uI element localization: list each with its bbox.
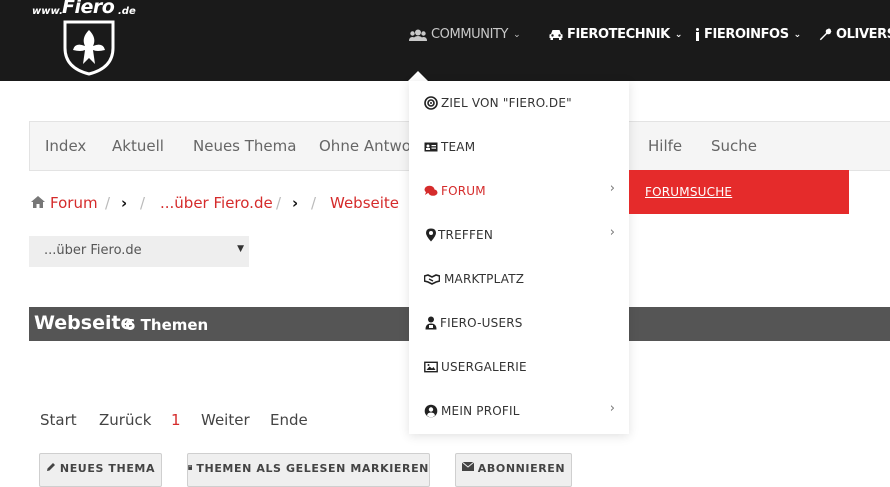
menu-item-label: FORUM [441, 184, 486, 198]
menu-item-label: FIERO-USERS [440, 316, 523, 330]
id-card-icon [424, 142, 438, 152]
subscribe-button[interactable]: ABONNIEREN [455, 453, 572, 487]
user-icon [425, 316, 437, 330]
image-icon [424, 361, 438, 373]
logo-tld: .de [118, 6, 136, 17]
breadcrumb-forum[interactable]: Forum [50, 194, 98, 212]
nav-olivers-label: OLIVERS [836, 27, 890, 42]
car-icon [549, 30, 563, 40]
chevron-right-icon[interactable]: › [121, 194, 127, 212]
shield-emblem-icon [63, 20, 115, 76]
section-title: Webseite [34, 312, 134, 334]
chevron-down-icon: ⌄ [513, 29, 521, 40]
logo-name: Fiero [62, 0, 115, 18]
menu-item-label: USERGALERIE [441, 360, 527, 374]
book-icon [188, 465, 193, 470]
comments-icon [424, 185, 438, 196]
topic-count: 6 Themen [125, 316, 209, 334]
info-icon [696, 28, 699, 41]
nav-community-label: COMMUNITY [431, 27, 509, 42]
subnav-index[interactable]: Index [45, 137, 86, 155]
community-dropdown-menu: ZIEL VON "FIERO.DE" TEAM FORUM › TREFFEN… [409, 81, 629, 434]
dropdown-caret [408, 71, 428, 81]
new-topic-button[interactable]: NEUES THEMA [39, 453, 162, 487]
map-marker-icon [426, 228, 436, 242]
nav-olivers[interactable]: OLIVERS [819, 27, 890, 42]
menu-item-ziel[interactable]: ZIEL VON "FIERO.DE" [409, 81, 629, 125]
subscribe-label: ABONNIEREN [477, 462, 566, 475]
chevron-right-icon[interactable]: › [292, 194, 298, 212]
pager-end[interactable]: Ende [270, 411, 308, 429]
caret-down-icon: ▼ [237, 244, 244, 254]
chevron-right-icon: › [609, 181, 615, 196]
forum-jump-value: ...über Fiero.de [44, 243, 142, 258]
breadcrumb-separator: / [140, 194, 146, 212]
chevron-down-icon: ⌄ [674, 29, 683, 40]
menu-item-label: MEIN PROFIL [441, 404, 520, 418]
envelope-icon [461, 462, 474, 471]
chevron-right-icon: › [609, 401, 615, 416]
menu-item-team[interactable]: TEAM [409, 125, 629, 169]
forum-jump-select[interactable]: ...über Fiero.de ▼ [29, 236, 249, 267]
users-icon [409, 29, 427, 41]
subnav-ohne-antwort[interactable]: Ohne Antwort [319, 137, 423, 155]
handshake-icon [424, 274, 440, 285]
menu-item-label: TREFFEN [438, 228, 494, 242]
menu-item-label: ZIEL VON "FIERO.DE" [441, 96, 572, 110]
nav-fierotechnik-label: FIEROTECHNIK [567, 27, 670, 42]
breadcrumb-ueber-fiero[interactable]: ...über Fiero.de [160, 194, 273, 212]
home-icon [30, 195, 46, 213]
nav-fierotechnik[interactable]: FIEROTECHNIK ⌄ [549, 27, 682, 42]
menu-item-mein-profil[interactable]: MEIN PROFIL › [409, 389, 629, 433]
nav-community[interactable]: COMMUNITY ⌄ [409, 27, 521, 42]
menu-item-forum[interactable]: FORUM › [409, 169, 629, 213]
new-topic-label: NEUES THEMA [59, 462, 156, 475]
menu-item-label: MARKTPLATZ [444, 272, 525, 286]
pager-start[interactable]: Start [40, 411, 77, 429]
menu-item-marktplatz[interactable]: MARKTPLATZ [409, 257, 629, 301]
menu-item-label: TEAM [441, 140, 476, 154]
breadcrumb-webseite[interactable]: Webseite [330, 194, 399, 212]
chevron-down-icon: ⌄ [793, 29, 802, 40]
pager-next[interactable]: Weiter [201, 411, 250, 429]
target-icon [424, 96, 438, 110]
top-navbar: www. Fiero .de COMMUNITY ⌄ FIEROTECHNIK … [0, 0, 890, 81]
pager-current[interactable]: 1 [171, 411, 181, 429]
breadcrumb-separator: / [276, 194, 282, 212]
user-circle-icon [424, 404, 438, 418]
mark-read-label: THEMEN ALS GELESEN MARKIEREN [196, 462, 429, 475]
menu-item-fiero-users[interactable]: FIERO-USERS [409, 301, 629, 345]
nav-fieroinfos-label: FIEROINFOS [704, 27, 789, 42]
pencil-icon [46, 463, 55, 471]
submenu-forumsuche[interactable]: FORUMSUCHE [645, 185, 732, 199]
subnav-aktuell[interactable]: Aktuell [112, 137, 164, 155]
wrench-icon [819, 28, 832, 41]
fiero-logo[interactable]: www. Fiero .de [28, 0, 138, 78]
chevron-right-icon: › [609, 225, 615, 240]
subnav-hilfe[interactable]: Hilfe [648, 137, 682, 155]
mark-read-button[interactable]: THEMEN ALS GELESEN MARKIEREN [187, 453, 430, 487]
pager-prev[interactable]: Zurück [99, 411, 151, 429]
breadcrumb-separator: / [105, 194, 111, 212]
breadcrumb-separator: / [311, 194, 317, 212]
nav-fieroinfos[interactable]: FIEROINFOS ⌄ [695, 27, 801, 42]
menu-item-usergalerie[interactable]: USERGALERIE [409, 345, 629, 389]
menu-item-treffen[interactable]: TREFFEN › [409, 213, 629, 257]
subnav-neues-thema[interactable]: Neues Thema [193, 137, 296, 155]
forum-submenu: FORUMSUCHE [629, 170, 849, 214]
logo-www: www. [32, 6, 63, 17]
subnav-suche[interactable]: Suche [711, 137, 757, 155]
